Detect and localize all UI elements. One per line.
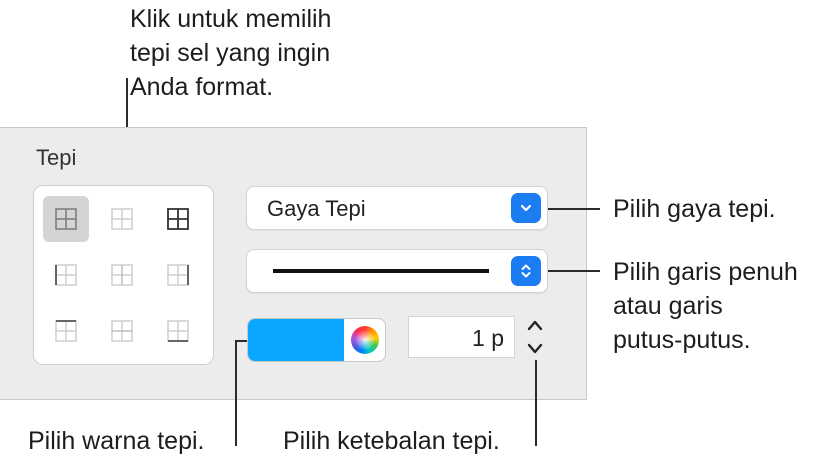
inside-borders-icon (111, 208, 133, 230)
thickness-value: 1 p (472, 325, 504, 351)
callout-leader (535, 360, 537, 446)
panel-title: Tepi (36, 145, 77, 170)
inside-vertical-border-button[interactable] (99, 252, 145, 298)
top-border-icon (55, 320, 77, 342)
callout-line: atau garis (613, 292, 723, 320)
right-border-button[interactable] (155, 252, 201, 298)
callout-line: Klik untuk memilih (130, 5, 332, 33)
callout-edge-select: Klik untuk memilih tepi sel yang ingin A… (130, 2, 331, 104)
chevron-down-icon (520, 204, 532, 212)
callout-thickness: Pilih ketebalan tepi. (283, 427, 500, 455)
border-thickness-field[interactable]: 1 p (408, 316, 515, 358)
callout-leader (548, 208, 600, 210)
left-border-button[interactable] (43, 252, 89, 298)
border-style-popup[interactable]: Gaya Tepi (246, 186, 548, 230)
color-swatch[interactable] (248, 319, 344, 361)
callout-line: tepi sel yang ingin (130, 39, 331, 67)
outside-borders-button[interactable] (155, 196, 201, 242)
callout-line: Pilih garis penuh (613, 258, 798, 286)
inside-borders-button[interactable] (99, 196, 145, 242)
left-border-icon (55, 264, 77, 286)
callout-line-type: Pilih garis penuh atau garis putus-putus… (613, 255, 798, 357)
callout-line: putus-putus. (613, 326, 751, 354)
callout-color: Pilih warna tepi. (28, 427, 205, 455)
chevron-up-down-icon (521, 264, 531, 278)
line-type-popup[interactable] (246, 249, 548, 293)
bottom-border-button[interactable] (155, 308, 201, 354)
all-borders-button[interactable] (43, 196, 89, 242)
callout-leader (548, 270, 600, 272)
callout-line: Anda format. (130, 73, 274, 101)
border-color-well[interactable] (247, 318, 386, 362)
line-type-stepper-button[interactable] (511, 256, 541, 286)
callout-border-style: Pilih gaya tepi. (613, 195, 776, 223)
inside-vertical-border-icon (111, 264, 133, 286)
color-wheel-icon[interactable] (351, 326, 379, 354)
border-style-dropdown-button[interactable] (511, 193, 541, 223)
outside-borders-icon (167, 208, 189, 230)
top-border-button[interactable] (43, 308, 89, 354)
inside-horizontal-border-button[interactable] (99, 308, 145, 354)
all-borders-icon (55, 208, 77, 230)
stepper-arrows-icon (527, 320, 543, 354)
inside-horizontal-border-icon (111, 320, 133, 342)
right-border-icon (167, 264, 189, 286)
thickness-stepper[interactable] (520, 316, 550, 358)
bottom-border-icon (167, 320, 189, 342)
border-style-label: Gaya Tepi (267, 196, 366, 221)
callout-leader (235, 340, 237, 446)
solid-line-preview (273, 269, 489, 273)
